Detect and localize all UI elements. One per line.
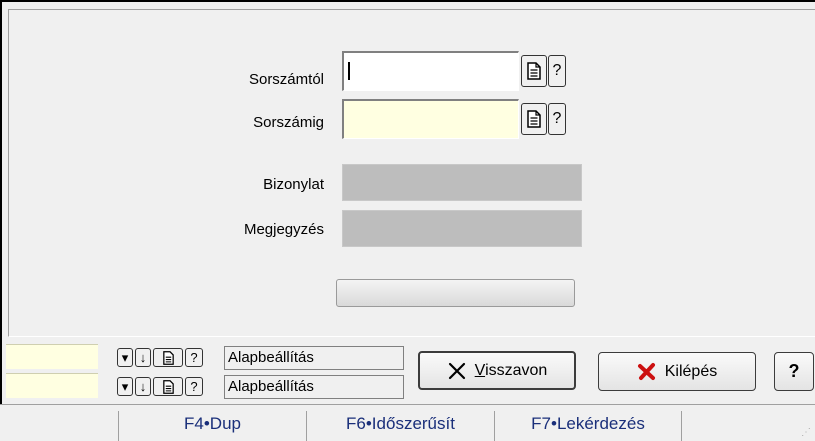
exit-label: Kilépés bbox=[664, 362, 718, 380]
from-document-lookup-button[interactable] bbox=[521, 55, 547, 87]
status-f6-refresh[interactable]: F6•Időszerűsít bbox=[306, 411, 494, 441]
document-icon bbox=[527, 62, 541, 80]
question-icon: ? bbox=[190, 379, 198, 394]
resize-grip-icon[interactable]: ⋰ bbox=[801, 428, 811, 438]
preset-label: Alapbeállítás bbox=[224, 375, 404, 399]
form-panel: Sorszámtól ? Sorszámig ? Bizonylat Megje… bbox=[8, 9, 815, 337]
document-icon bbox=[527, 110, 541, 128]
chevron-down-icon: ▾ bbox=[121, 349, 129, 365]
question-icon: ? bbox=[190, 350, 198, 365]
status-f7-query[interactable]: F7•Lekérdezés bbox=[494, 411, 682, 441]
dropdown-button[interactable]: ▾ bbox=[117, 348, 133, 367]
question-icon: ? bbox=[788, 361, 800, 381]
undo-label: Visszavon bbox=[474, 361, 548, 379]
to-document-lookup-button[interactable] bbox=[521, 103, 547, 135]
arrow-down-icon: ↓ bbox=[139, 379, 147, 394]
preset-label: Alapbeállítás bbox=[224, 346, 404, 370]
from-help-button[interactable]: ? bbox=[548, 55, 566, 87]
note-field bbox=[342, 210, 582, 247]
note-label: Megjegyzés bbox=[243, 221, 324, 238]
exit-button[interactable]: Kilépés bbox=[598, 352, 756, 391]
from-label: Sorszámtól bbox=[248, 71, 324, 88]
sort-down-button[interactable]: ↓ bbox=[135, 348, 151, 367]
question-icon: ? bbox=[552, 110, 562, 127]
to-help-button[interactable]: ? bbox=[548, 103, 566, 135]
help-button[interactable]: ? bbox=[774, 352, 814, 391]
red-x-icon bbox=[637, 362, 655, 380]
text-caret bbox=[348, 62, 350, 80]
question-icon: ? bbox=[552, 62, 562, 79]
document-button[interactable] bbox=[153, 348, 183, 367]
document-field bbox=[342, 164, 582, 201]
filter-value-input[interactable] bbox=[6, 373, 98, 398]
from-number-input[interactable] bbox=[342, 51, 519, 91]
chevron-down-icon: ▾ bbox=[121, 378, 129, 394]
filter-help-button[interactable]: ? bbox=[185, 348, 203, 367]
filter-help-button[interactable]: ? bbox=[185, 377, 203, 396]
to-label: Sorszámig bbox=[253, 114, 324, 131]
to-number-input[interactable] bbox=[342, 99, 519, 139]
dropdown-button[interactable]: ▾ bbox=[117, 377, 133, 396]
status-bar: F4•Dup F6•Időszerűsít F7•Lekérdezés ⋰ bbox=[0, 404, 815, 441]
dialog-window: Sorszámtól ? Sorszámig ? Bizonylat Megje… bbox=[0, 0, 815, 441]
document-label: Bizonylat bbox=[263, 176, 324, 193]
progress-bar bbox=[336, 279, 575, 307]
document-icon bbox=[162, 379, 174, 394]
arrow-down-icon: ↓ bbox=[139, 350, 147, 365]
status-f4-dup[interactable]: F4•Dup bbox=[118, 411, 306, 441]
sort-down-button[interactable]: ↓ bbox=[135, 377, 151, 396]
filter-value-input[interactable] bbox=[6, 344, 98, 369]
undo-button[interactable]: Visszavon bbox=[418, 351, 576, 390]
document-button[interactable] bbox=[153, 377, 183, 396]
close-x-icon bbox=[448, 362, 465, 379]
document-icon bbox=[162, 350, 174, 365]
